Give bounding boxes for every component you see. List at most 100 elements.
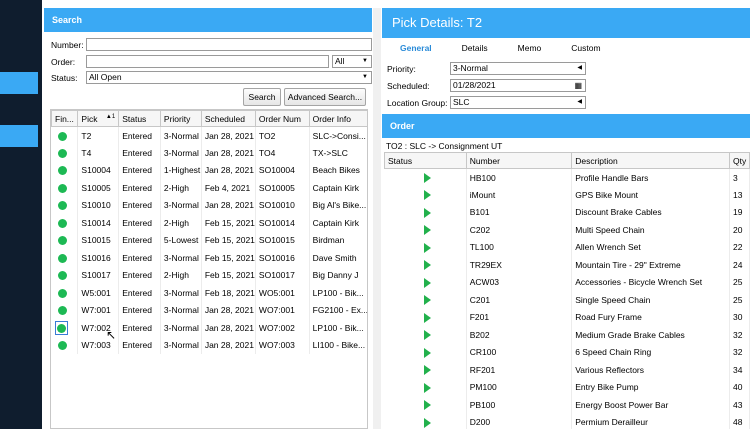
priority-select[interactable]: 3-Normal ◀ <box>450 62 586 75</box>
cell: 20 <box>729 221 750 239</box>
table-row[interactable]: D200 Permium Derailleur 48 <box>384 413 750 429</box>
cell: Jan 28, 2021 <box>201 319 256 337</box>
table-row[interactable]: S10005 Entered 2-High Feb 4, 2021 SO10005 Cap… <box>51 179 367 197</box>
order-grid: Status Number Description Qty HB100 Profile … <box>384 152 750 429</box>
table-row[interactable]: B202 Medium Grade Brake Cables 32 <box>384 326 750 344</box>
cell: S10015 <box>77 231 120 249</box>
table-row[interactable]: W7:003 Entered 3-Normal Jan 28, 2021 WO7:003… <box>51 336 367 354</box>
calendar-icon[interactable]: ▦ <box>574 80 582 91</box>
cell: ACW03 <box>466 273 573 291</box>
table-row[interactable]: T4 Entered 3-Normal Jan 28, 2021 TO4 TX->SLC <box>51 144 367 162</box>
table-row[interactable]: iMount GPS Bike Mount 13 <box>384 186 750 204</box>
cell: SO10017 <box>255 266 310 284</box>
play-icon <box>423 172 431 183</box>
status-dot-icon <box>57 218 67 228</box>
table-row[interactable]: CR100 6 Speed Chain Ring 32 <box>384 343 750 361</box>
cell: 34 <box>729 361 750 379</box>
details-title: Pick Details: T2 <box>382 8 750 38</box>
table-row[interactable]: TR29EX Mountain Tire - 29" Extreme 24 <box>384 256 750 274</box>
status-select[interactable]: All Open ▼ <box>86 71 372 84</box>
search-button[interactable]: Search <box>243 88 281 106</box>
scheduled-input[interactable]: 01/28/2021 ▦ <box>450 79 586 92</box>
table-row[interactable]: S10017 Entered 2-High Feb 15, 2021 SO10017 Bi… <box>51 266 367 284</box>
cell: Allen Wrench Set <box>571 238 730 256</box>
table-row[interactable]: HB100 Profile Handle Bars 3 <box>384 168 750 186</box>
play-icon <box>423 242 431 253</box>
status-cell <box>384 291 467 309</box>
details-panel: Pick Details: T2 General Details Memo Cu… <box>382 8 750 429</box>
play-icon <box>423 400 431 411</box>
cell: RF201 <box>466 361 573 379</box>
table-row[interactable]: C201 Single Speed Chain 25 <box>384 291 750 309</box>
table-row[interactable]: PM100 Entry Bike Pump 40 <box>384 378 750 396</box>
table-row[interactable]: S10010 Entered 3-Normal Jan 28, 2021 SO10010… <box>51 196 367 214</box>
table-row[interactable]: W7:001 Entered 3-Normal Jan 28, 2021 WO7:001… <box>51 301 367 319</box>
cell: W7:001 <box>77 301 120 319</box>
status-cell <box>51 126 79 144</box>
cell: WO7:003 <box>255 336 310 354</box>
cell: Single Speed Chain <box>571 291 730 309</box>
tab-details[interactable]: Details <box>462 43 488 53</box>
col-header[interactable]: Pick ▲1 <box>77 110 120 127</box>
cell: TO4 <box>255 144 310 162</box>
col-header[interactable]: Priority <box>159 110 202 127</box>
order-header: Order <box>382 114 750 138</box>
tab-custom[interactable]: Custom <box>571 43 600 53</box>
col-header[interactable]: Number <box>465 152 573 169</box>
play-icon <box>423 277 431 288</box>
rail-tab-2[interactable] <box>0 125 38 147</box>
col-header[interactable]: Fin... <box>51 110 79 127</box>
order-input[interactable] <box>86 55 329 68</box>
cell: TO2 <box>255 126 310 144</box>
table-row[interactable]: PB100 Energy Boost Power Bar 43 <box>384 396 750 414</box>
advanced-search-button[interactable]: Advanced Search... <box>284 88 366 106</box>
status-cell <box>384 203 467 221</box>
rail-tab-1[interactable] <box>0 72 38 94</box>
table-row[interactable]: T2 Entered 3-Normal Jan 28, 2021 TO2 SLC->Con… <box>51 126 367 144</box>
col-header[interactable]: Description <box>571 152 730 169</box>
table-row[interactable]: RF201 Various Reflectors 34 <box>384 361 750 379</box>
table-row[interactable]: B101 Discount Brake Cables 19 <box>384 203 750 221</box>
tab-general[interactable]: General <box>400 43 432 53</box>
splitter[interactable] <box>373 8 381 429</box>
status-cell <box>384 168 467 186</box>
table-row[interactable]: F201 Road Fury Frame 30 <box>384 308 750 326</box>
table-row[interactable]: W7:002 Entered 3-Normal Jan 28, 2021 WO7:002… <box>51 319 367 337</box>
table-row[interactable]: ACW03 Accessories - Bicycle Wrench Set 25 <box>384 273 750 291</box>
cell: 3-Normal <box>160 284 202 302</box>
cell: Entered <box>118 126 161 144</box>
col-header[interactable]: Qty <box>729 152 750 169</box>
order-scope-select[interactable]: All ▼ <box>332 55 372 68</box>
mouse-cursor-icon: ↖ <box>106 328 117 342</box>
cell: 3-Normal <box>160 301 202 319</box>
cell: 3-Normal <box>160 144 202 162</box>
chevron-down-icon: ◀ <box>577 99 582 105</box>
cell: LP100 - Bik... <box>309 284 367 302</box>
col-header[interactable]: Scheduled <box>200 110 256 127</box>
cell: Various Reflectors <box>571 361 730 379</box>
order-scope-value: All <box>335 56 345 66</box>
col-header[interactable]: Order Num <box>254 110 310 127</box>
table-row[interactable]: S10004 Entered 1-Highest Jan 28, 2021 SO1000… <box>51 161 367 179</box>
play-icon <box>423 260 431 271</box>
table-row[interactable]: S10014 Entered 2-High Feb 15, 2021 SO10014 Ca… <box>51 214 367 232</box>
cell: Road Fury Frame <box>571 308 730 326</box>
cell: 30 <box>729 308 750 326</box>
table-row[interactable]: W5:001 Entered 3-Normal Feb 18, 2021 WO5:001… <box>51 284 367 302</box>
table-row[interactable]: C202 Multi Speed Chain 20 <box>384 221 750 239</box>
col-header[interactable]: Status <box>118 110 161 127</box>
tab-memo[interactable]: Memo <box>518 43 542 53</box>
location-select[interactable]: SLC ◀ <box>450 96 586 109</box>
col-header[interactable]: Status <box>384 152 467 169</box>
cell: B101 <box>466 203 573 221</box>
table-row[interactable]: S10016 Entered 3-Normal Feb 15, 2021 SO10016… <box>51 249 367 267</box>
cell: 32 <box>729 326 750 344</box>
col-header[interactable]: Order Info <box>308 110 367 127</box>
table-row[interactable]: TL100 Allen Wrench Set 22 <box>384 238 750 256</box>
table-row[interactable]: S10015 Entered 5-Lowest Feb 15, 2021 SO10015… <box>51 231 367 249</box>
cell: 3-Normal <box>160 196 202 214</box>
number-input[interactable] <box>86 38 372 51</box>
cell: Jan 28, 2021 <box>201 144 256 162</box>
status-cell <box>384 273 467 291</box>
location-label: Location Group: <box>387 97 448 108</box>
